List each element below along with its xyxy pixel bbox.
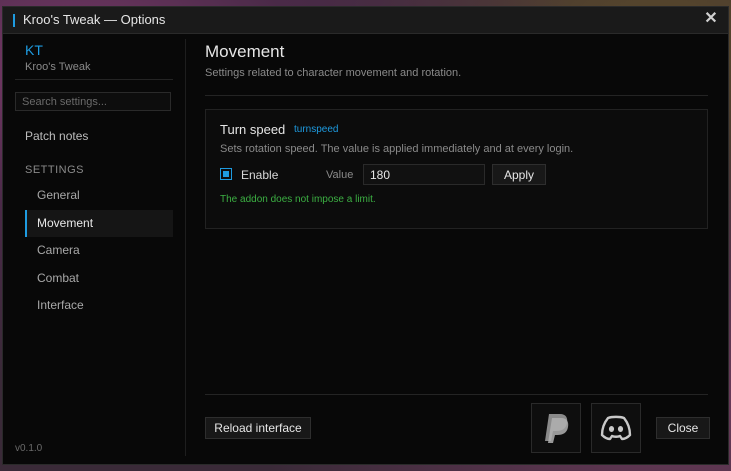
sidebar-divider bbox=[15, 79, 173, 80]
sidebar-item-camera[interactable]: Camera bbox=[25, 237, 173, 264]
patch-notes-link[interactable]: Patch notes bbox=[25, 129, 88, 143]
enable-label[interactable]: Enable bbox=[241, 168, 278, 182]
sidebar-vertical-divider bbox=[185, 39, 186, 456]
options-window: Kroo's Tweak — Options ✕ KT Kroo's Tweak… bbox=[2, 6, 729, 465]
paypal-icon bbox=[545, 414, 569, 443]
enable-checkbox[interactable] bbox=[220, 168, 232, 180]
settings-nav: General Movement Camera Combat Interface bbox=[25, 182, 173, 320]
version-label: v0.1.0 bbox=[15, 443, 43, 454]
page-title: Movement bbox=[205, 42, 285, 61]
close-button[interactable]: Close bbox=[656, 417, 710, 439]
sidebar-item-interface[interactable]: Interface bbox=[25, 292, 173, 319]
setting-description: Sets rotation speed. The value is applie… bbox=[220, 143, 574, 155]
discord-button[interactable] bbox=[591, 403, 641, 453]
title-bar[interactable]: Kroo's Tweak — Options ✕ bbox=[3, 7, 728, 34]
sidebar: KT Kroo's Tweak Patch notes SETTINGS Gen… bbox=[3, 34, 183, 464]
limit-note: The addon does not impose a limit. bbox=[220, 194, 376, 205]
sidebar-item-movement[interactable]: Movement bbox=[25, 209, 173, 237]
page-subtitle: Settings related to character movement a… bbox=[205, 67, 462, 79]
settings-section-label: SETTINGS bbox=[25, 164, 85, 176]
brand-abbreviation: KT bbox=[25, 42, 43, 58]
paypal-button[interactable] bbox=[531, 403, 581, 453]
main-panel: Movement Settings related to character m… bbox=[205, 34, 710, 464]
setting-tag: turnspeed bbox=[294, 124, 339, 135]
value-input[interactable] bbox=[363, 164, 485, 185]
sidebar-item-combat[interactable]: Combat bbox=[25, 265, 173, 292]
turn-speed-card: Turn speed turnspeed Sets rotation speed… bbox=[205, 109, 708, 229]
discord-icon bbox=[600, 415, 632, 441]
apply-button[interactable]: Apply bbox=[492, 164, 546, 185]
footer-divider bbox=[205, 394, 708, 395]
title-accent-bar bbox=[13, 14, 15, 27]
value-label: Value bbox=[326, 169, 354, 181]
search-input[interactable] bbox=[15, 92, 171, 111]
brand-name: Kroo's Tweak bbox=[25, 61, 91, 73]
header-divider bbox=[205, 95, 708, 96]
close-icon[interactable]: ✕ bbox=[702, 10, 720, 28]
setting-title: Turn speed bbox=[220, 122, 286, 137]
sidebar-item-general[interactable]: General bbox=[25, 182, 173, 209]
window-title: Kroo's Tweak — Options bbox=[23, 12, 166, 27]
reload-interface-button[interactable]: Reload interface bbox=[205, 417, 311, 439]
